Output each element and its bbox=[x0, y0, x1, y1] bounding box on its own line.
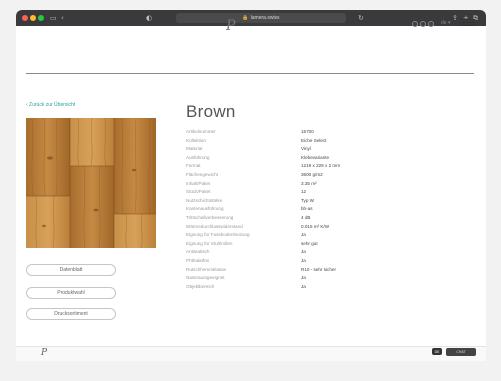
shield-icon[interactable]: ◐ bbox=[146, 13, 152, 23]
spec-row: Artikelnummer 15700 bbox=[186, 128, 406, 137]
spec-row: Stück/Paket 12 bbox=[186, 188, 406, 197]
spec-label: Format bbox=[186, 163, 201, 169]
spec-value: 4 dB bbox=[301, 214, 311, 220]
linkedin-icon[interactable]: in bbox=[428, 21, 434, 27]
spec-value: R10 - sehr sicher bbox=[301, 266, 336, 272]
spec-value: 15700 bbox=[301, 129, 314, 134]
back-icon[interactable]: ‹ bbox=[61, 13, 64, 23]
spec-label: Phthalatfrei bbox=[186, 257, 210, 263]
close-window-button[interactable] bbox=[22, 15, 28, 21]
spec-row: Antistatisch Ja bbox=[186, 248, 406, 257]
spec-label: Nassraumgeeignet bbox=[186, 275, 225, 281]
spec-row: Nassraumgeeignet Ja bbox=[186, 274, 406, 283]
spec-row: Eignung für Fussbodenheizung Ja bbox=[186, 231, 406, 240]
url-text: lamera.swiss bbox=[250, 15, 280, 21]
spec-row: Rutschhemmklasse R10 - sehr sicher bbox=[186, 266, 406, 275]
language-label: de bbox=[441, 20, 447, 26]
spec-label: Eignung für Stuhlrollen bbox=[186, 240, 233, 246]
spec-row: Trittschallverbesserung 4 dB bbox=[186, 214, 406, 223]
spec-value: 3.35 m² bbox=[301, 180, 317, 186]
spec-label: Objektbereich bbox=[186, 283, 215, 289]
lock-icon: 🔒 bbox=[242, 15, 249, 21]
spec-value: 12 bbox=[301, 189, 307, 195]
language-switcher[interactable]: de ▾ bbox=[441, 20, 450, 26]
spec-label: Nutzschichtstärke bbox=[186, 197, 223, 203]
language-badge[interactable]: DE bbox=[432, 348, 442, 355]
spec-label: Artikelnummer bbox=[186, 129, 216, 134]
menu-icon[interactable] bbox=[459, 19, 475, 26]
print-range-button[interactable]: Drucksortiment bbox=[26, 308, 116, 320]
spec-value: 3600 g/m2 bbox=[301, 171, 323, 177]
facebook-icon[interactable]: f bbox=[412, 21, 418, 27]
spec-value: Ja bbox=[301, 249, 306, 255]
spec-row: Flächengewicht 3600 g/m2 bbox=[186, 171, 406, 180]
spec-value: 0.015 m² K/W bbox=[301, 223, 330, 229]
back-to-overview-link[interactable]: ‹ Zurück zur Übersicht bbox=[26, 102, 75, 108]
spec-label: Eignung für Fussbodenheizung bbox=[186, 232, 250, 238]
spec-table: Artikelnummer 15700 Kollektion Eiche Select… bbox=[186, 128, 406, 291]
spec-value: 1219 x 229 x 2 mm bbox=[301, 163, 341, 169]
instagram-icon[interactable]: i bbox=[420, 21, 426, 27]
spec-row: Kollektion Eiche Select bbox=[186, 137, 406, 146]
reload-icon[interactable]: ↻ bbox=[358, 13, 364, 23]
product-image bbox=[26, 118, 156, 248]
bottom-bar bbox=[16, 346, 486, 361]
share-icon[interactable]: ⇪ bbox=[452, 13, 458, 23]
spec-label: Inhalt/Paket bbox=[186, 180, 211, 186]
social-links: f i in bbox=[412, 21, 436, 27]
spec-value: bh-as bbox=[301, 206, 313, 212]
spec-row: Wärmedurchlasswiderstand 0.015 m² K/W bbox=[186, 223, 406, 232]
product-title: Brown bbox=[186, 102, 236, 121]
spec-label: Kantenausführung bbox=[186, 206, 224, 212]
address-bar[interactable]: 🔒 lamera.swiss bbox=[176, 13, 346, 23]
spec-value: Ja bbox=[301, 275, 306, 281]
spec-row: Inhalt/Paket 3.35 m² bbox=[186, 180, 406, 189]
spec-label: Ausführung bbox=[186, 154, 210, 160]
spec-row: Objektbereich Ja bbox=[186, 283, 406, 292]
header-divider bbox=[26, 73, 474, 74]
spec-row: Phthalatfrei Ja bbox=[186, 257, 406, 266]
spec-value: Typ W bbox=[301, 197, 315, 203]
sidebar-icon[interactable]: ▭ bbox=[50, 13, 57, 23]
spec-row: Ausführung Klebevariante bbox=[186, 154, 406, 163]
spec-label: Rutschhemmklasse bbox=[186, 266, 227, 272]
spec-label: Stück/Paket bbox=[186, 189, 211, 195]
spec-row: Kantenausführung bh-as bbox=[186, 205, 406, 214]
spec-row: Format 1219 x 229 x 2 mm bbox=[186, 162, 406, 171]
spec-label: Flächengewicht bbox=[186, 171, 218, 177]
spec-value: Ja bbox=[301, 232, 306, 238]
spec-label: Trittschallverbesserung bbox=[186, 214, 234, 220]
spec-row: Nutzschichtstärke Typ W bbox=[186, 197, 406, 206]
spec-row: Material Vinyl bbox=[186, 145, 406, 154]
product-choice-button[interactable]: Produktwahl bbox=[26, 287, 116, 299]
spec-value: Ja bbox=[301, 257, 306, 263]
minimize-window-button[interactable] bbox=[30, 15, 36, 21]
spec-label: Kollektion bbox=[186, 137, 206, 143]
spec-value: Ja bbox=[301, 283, 306, 289]
spec-label: Wärmedurchlasswiderstand bbox=[186, 223, 243, 229]
chat-widget[interactable]: CHAT bbox=[446, 348, 476, 356]
site-logo[interactable]: P bbox=[226, 18, 235, 34]
datasheet-button[interactable]: Datenblatt bbox=[26, 264, 116, 276]
spec-label: Antistatisch bbox=[186, 249, 210, 255]
spec-value: Vinyl bbox=[301, 146, 311, 152]
zoom-window-button[interactable] bbox=[38, 15, 44, 21]
spec-value: sehr gut bbox=[301, 240, 318, 246]
footer-logo[interactable]: P bbox=[41, 348, 47, 358]
spec-value: Eiche Select bbox=[301, 137, 327, 143]
wood-texture bbox=[26, 118, 156, 248]
spec-value: Klebevariante bbox=[301, 154, 330, 160]
spec-row: Eignung für Stuhlrollen sehr gut bbox=[186, 240, 406, 249]
spec-label: Material bbox=[186, 146, 203, 152]
